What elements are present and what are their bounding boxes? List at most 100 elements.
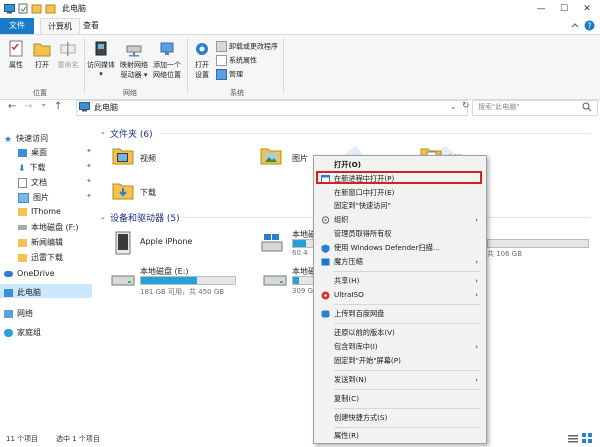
menu-item-restore-versions[interactable]: 还原以前的版本(V) — [320, 327, 482, 339]
menu-item-pin-start[interactable]: 固定到"开始"屏幕(P) — [320, 355, 482, 367]
submenu-arrow-icon: › — [475, 376, 478, 384]
menu-item-upload-baidu[interactable]: 上传到百度网盘 — [320, 308, 482, 320]
window-icon[interactable] — [4, 3, 15, 16]
refresh-icon[interactable]: ↻ — [462, 101, 472, 111]
collapse-chevron-icon[interactable]: ⌄ — [100, 213, 106, 221]
recent-locations-button[interactable]: ⌄ — [40, 99, 48, 109]
menu-item-create-shortcut[interactable]: 创建快捷方式(S) — [320, 412, 482, 424]
menu-item-include-library[interactable]: 包含到库中(I) › — [320, 341, 482, 353]
video-folder-icon[interactable] — [112, 145, 134, 169]
address-path: 此电脑 — [94, 103, 118, 112]
programs-icon — [216, 41, 227, 52]
nav-this-pc[interactable]: 此电脑 — [4, 287, 41, 298]
tab-view[interactable]: 查看 — [80, 18, 102, 34]
pin-icon[interactable]: ✦ — [86, 162, 92, 170]
cloud-upload-icon — [321, 310, 330, 318]
add-network-location-button[interactable]: 添加一个 网络位置 — [150, 40, 184, 80]
menu-item-open-new-window[interactable]: 在新窗口中打开(E) — [320, 187, 482, 199]
folders-header[interactable]: 文件夹 (6) — [110, 127, 153, 140]
nav-ithome[interactable]: IThome — [18, 207, 61, 216]
details-view-icon[interactable] — [568, 434, 578, 445]
folder-label-videos[interactable]: 视频 — [140, 153, 156, 164]
menu-item-mofang-compress[interactable]: 魔方压缩 › — [320, 256, 482, 268]
minimize-button[interactable]: — — [530, 0, 552, 18]
nav-downloads[interactable]: ⬇ 下载 — [18, 162, 46, 174]
access-media-button[interactable]: 访问媒体 ▾ — [86, 40, 116, 78]
drive-usage-bar — [140, 276, 236, 285]
highlight-annotation-box — [316, 171, 482, 184]
menu-item-properties[interactable]: 属性(R) — [320, 430, 482, 442]
nav-quick-access[interactable]: ★ 快速访问 — [4, 133, 48, 145]
menu-item-ultraiso[interactable]: UltraISO › — [320, 289, 482, 301]
nav-local-disk-f[interactable]: 本地磁盘 (F:) — [18, 222, 78, 233]
help-icon[interactable]: ? — [584, 20, 595, 33]
menu-item-share[interactable]: 共享(H) › — [320, 275, 482, 287]
maximize-button[interactable]: ☐ — [553, 0, 575, 18]
menu-item-organize[interactable]: 组织 › — [320, 214, 482, 226]
collapse-chevron-icon[interactable]: ⌄ — [100, 128, 106, 136]
status-item-count: 11 个项目 — [6, 435, 39, 443]
folder-icon — [18, 207, 27, 216]
system-properties-button[interactable]: 系统属性 — [216, 55, 257, 66]
rename-button[interactable]: 重命名 — [55, 40, 81, 70]
forward-button[interactable]: → — [24, 101, 32, 112]
windows-drive-icon[interactable] — [260, 232, 284, 256]
nav-thunder-downloads[interactable]: 迅雷下载 — [18, 252, 63, 263]
nav-documents[interactable]: 文档 — [18, 177, 47, 188]
drive-label-iphone[interactable]: Apple iPhone — [140, 237, 192, 246]
map-network-drive-button[interactable]: 映射网络 驱动器 ▾ — [118, 40, 150, 80]
menu-item-pin-quick-access[interactable]: 固定到"快速访问" — [320, 200, 482, 212]
properties-button[interactable]: 属性 — [4, 40, 28, 70]
up-button[interactable]: ↑ — [54, 101, 62, 112]
gear-icon — [196, 43, 208, 55]
nav-network[interactable]: 网络 — [4, 308, 33, 319]
menu-item-send-to[interactable]: 发送到(N) › — [320, 374, 482, 386]
downloads-folder-icon[interactable] — [112, 180, 134, 204]
pictures-folder-icon[interactable] — [260, 145, 282, 169]
nav-desktop[interactable]: 桌面 — [18, 147, 47, 158]
nav-news-edit[interactable]: 新闻编辑 — [18, 237, 63, 248]
iphone-device-icon[interactable] — [112, 230, 134, 258]
menu-item-copy[interactable]: 复制(C) — [320, 393, 482, 405]
folder-label-downloads[interactable]: 下载 — [140, 187, 156, 198]
menu-item-defender-scan[interactable]: 使用 Windows Defender扫描... — [320, 242, 482, 254]
menu-item-take-ownership[interactable]: 管理员取得所有权 — [320, 228, 482, 240]
open-button[interactable]: 打开 — [30, 40, 54, 70]
pc-icon — [79, 102, 90, 114]
open-settings-button[interactable]: 打开 设置 — [190, 40, 214, 80]
folder-label-pictures[interactable]: 图片 — [292, 153, 308, 164]
pin-icon[interactable]: ✦ — [86, 147, 92, 155]
address-bar[interactable] — [76, 100, 468, 116]
tiles-view-icon[interactable] — [582, 433, 592, 445]
checklist-icon — [216, 55, 227, 66]
search-icon — [582, 102, 592, 114]
tab-computer[interactable]: 计算机 — [40, 18, 80, 35]
drive-icon[interactable] — [110, 272, 136, 290]
manage-button[interactable]: 管理 — [216, 69, 243, 80]
menu-item-open[interactable]: 打开(O) — [320, 159, 482, 171]
pin-icon[interactable]: ✦ — [86, 192, 92, 200]
tab-file[interactable]: 文件 — [0, 18, 34, 34]
group-label-system: 系统 — [230, 89, 244, 97]
drive-icon[interactable] — [262, 272, 288, 290]
nav-pictures[interactable]: 图片 — [18, 192, 49, 203]
minimize-ribbon-icon[interactable] — [570, 21, 580, 33]
rename-icon — [60, 42, 76, 56]
uninstall-program-button[interactable]: 卸载或更改程序 — [216, 41, 278, 52]
pin-icon[interactable]: ✦ — [86, 177, 92, 185]
back-button[interactable]: ← — [8, 101, 16, 112]
menu-separator — [334, 408, 480, 409]
folder-icon — [18, 238, 27, 247]
drive-free-text: 181 GB 可用，共 450 GB — [140, 288, 225, 296]
search-placeholder: 搜索"此电脑" — [478, 103, 520, 111]
network-location-icon — [160, 42, 174, 55]
address-dropdown-icon[interactable]: ⌄ — [450, 102, 457, 111]
close-button[interactable]: ✕ — [576, 0, 598, 18]
nav-homegroup[interactable]: 家庭组 — [4, 327, 41, 338]
drives-header[interactable]: 设备和驱动器 (5) — [110, 211, 180, 224]
quick-access-toolbar[interactable] — [18, 3, 58, 16]
menu-separator — [334, 427, 480, 428]
shield-icon — [321, 244, 330, 253]
nav-onedrive[interactable]: OneDrive — [4, 269, 55, 278]
checklist-icon — [9, 40, 23, 57]
